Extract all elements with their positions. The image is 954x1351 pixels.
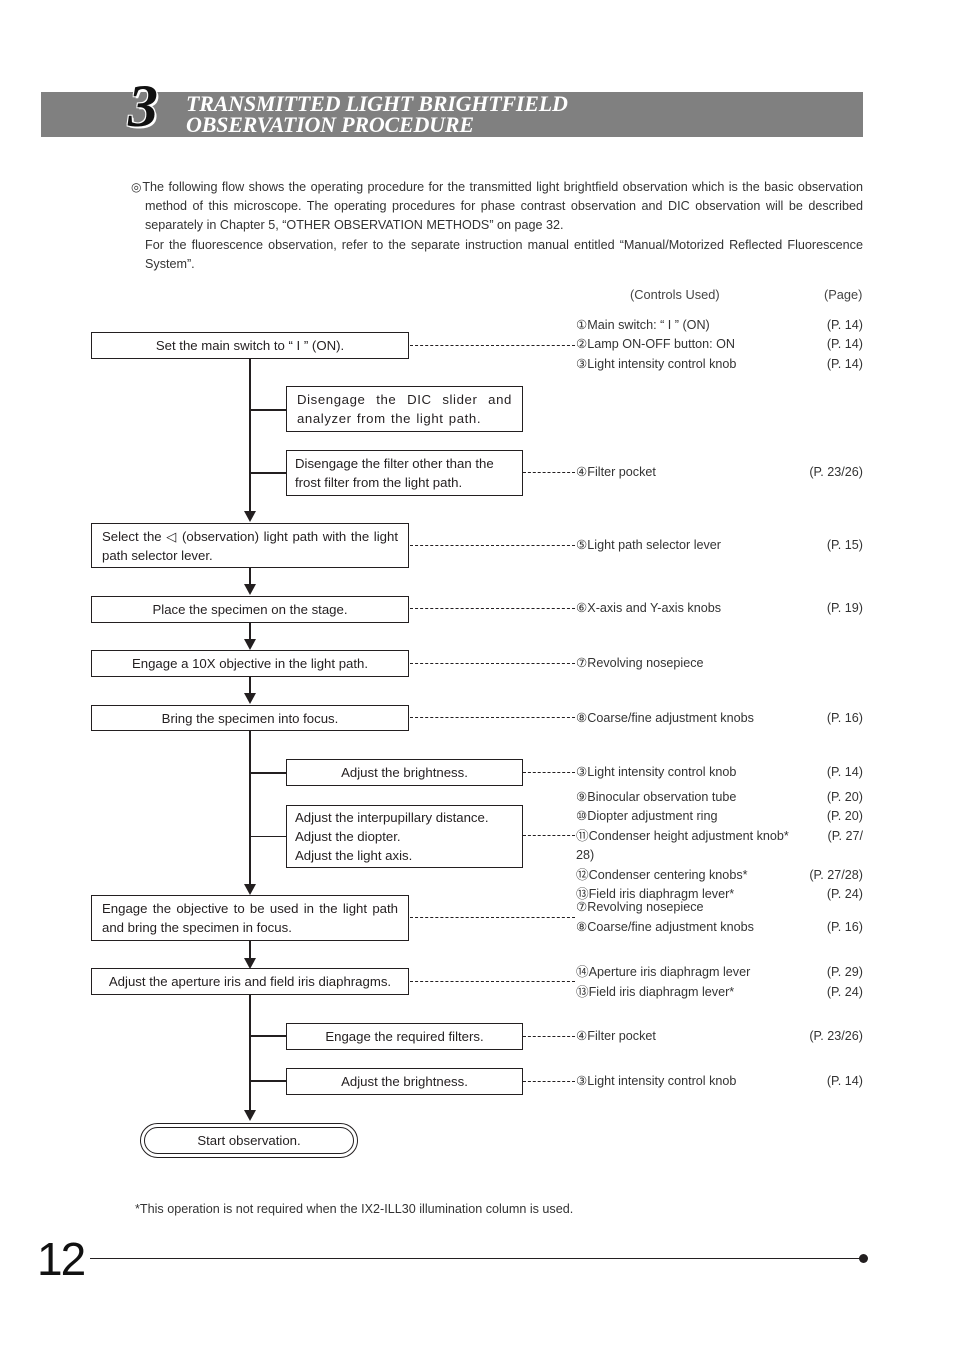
step-bring-focus: Bring the specimen into focus. bbox=[91, 705, 409, 731]
footer-rule bbox=[90, 1258, 860, 1259]
control-item: ⑧Coarse/fine adjustment knobs (P. 16) bbox=[576, 920, 863, 934]
leader-line bbox=[410, 981, 575, 982]
step-engage-filters: Engage the required filters. bbox=[286, 1023, 523, 1050]
controls-group-6: ⑧Coarse/fine adjustment knobs (P. 16) bbox=[576, 709, 863, 728]
flow-connector bbox=[249, 358, 251, 511]
control-item: ⑦Revolving nosepiece bbox=[576, 900, 704, 914]
control-item: ②Lamp ON-OFF button: ON (P. 14) bbox=[576, 337, 863, 352]
control-item: ⑬Field iris diaphragm lever* (P. 24) bbox=[576, 985, 863, 999]
flow-arrow-down-icon bbox=[244, 639, 256, 650]
controls-group-10: ⑭Aperture iris diaphragm lever (P. 29) ⑬F… bbox=[576, 962, 863, 1002]
control-item: ③Light intensity control knob (P. 14) bbox=[576, 1074, 863, 1088]
footer-dot-icon bbox=[859, 1254, 868, 1263]
page-header: (Page) bbox=[824, 287, 863, 302]
start-observation-label: Start observation. bbox=[144, 1127, 354, 1154]
step-disengage-filter: Disengage the filter other than the fros… bbox=[286, 450, 523, 496]
branch-connector bbox=[250, 472, 287, 474]
controls-group-5: ⑦Revolving nosepiece bbox=[576, 654, 863, 673]
controls-group-4: ⑥X-axis and Y-axis knobs (P. 19) bbox=[576, 599, 863, 618]
control-item: ⑫Condenser centering knobs* (P. 27/28) bbox=[576, 867, 863, 882]
control-item: ①Main switch: “ I ” (ON) (P. 14) bbox=[576, 318, 863, 332]
controls-group-8: ⑨Binocular observation tube (P. 20) ⑩Diop… bbox=[576, 788, 863, 904]
flow-arrow-down-icon bbox=[244, 511, 256, 522]
control-item: ⑨Binocular observation tube (P. 20) bbox=[576, 790, 863, 804]
branch-connector bbox=[250, 409, 287, 411]
flow-connector bbox=[249, 940, 251, 958]
controls-group-1: ①Main switch: “ I ” (ON) (P. 14) ②Lamp ON… bbox=[576, 316, 863, 374]
step-adjust-ipd-diopter-axis: Adjust the interpupillary distance. Adju… bbox=[286, 805, 523, 868]
chapter-number: 3 bbox=[128, 73, 158, 139]
step-main-switch: Set the main switch to “ I ” (ON). bbox=[91, 332, 409, 359]
controls-group-3: ⑤Light path selector lever (P. 15) bbox=[576, 536, 863, 555]
chapter-title-line2: OBSERVATION PROCEDURE bbox=[186, 112, 474, 137]
leader-line bbox=[410, 345, 575, 346]
flow-arrow-down-icon bbox=[244, 693, 256, 704]
branch-connector bbox=[250, 1035, 287, 1037]
flow-arrow-down-icon bbox=[244, 584, 256, 595]
control-item: ⑭Aperture iris diaphragm lever (P. 29) bbox=[576, 965, 863, 979]
flow-arrow-down-icon bbox=[244, 884, 256, 895]
controls-group-7: ③Light intensity control knob (P. 14) bbox=[576, 763, 863, 782]
step-adjust-iris: Adjust the aperture iris and field iris … bbox=[91, 968, 409, 995]
controls-group-11: ④Filter pocket (P. 23/26) bbox=[576, 1027, 863, 1046]
control-item: ③Light intensity control knob (P. 14) bbox=[576, 356, 863, 371]
flow-connector bbox=[249, 994, 251, 1110]
branch-connector bbox=[250, 836, 287, 837]
step-engage-10x: Engage a 10X objective in the light path… bbox=[91, 650, 409, 677]
controls-group-12: ③Light intensity control knob (P. 14) bbox=[576, 1072, 863, 1091]
controls-group-9: ⑦Revolving nosepiece ⑧Coarse/fine adjust… bbox=[576, 900, 863, 939]
leader-line bbox=[410, 663, 575, 664]
page-number: 12 bbox=[37, 1233, 86, 1285]
double-circle-bullet-icon: ◎ bbox=[131, 180, 143, 194]
chapter-title-line1: TRANSMITTED LIGHT BRIGHTFIELD bbox=[186, 91, 568, 116]
control-item: ⑩Diopter adjustment ring (P. 20) bbox=[576, 809, 863, 824]
footnote: *This operation is not required when the… bbox=[135, 1202, 574, 1216]
control-item: ④Filter pocket (P. 23/26) bbox=[576, 1029, 863, 1043]
controls-used-header: (Controls Used) bbox=[630, 287, 720, 302]
leader-line bbox=[523, 472, 575, 473]
leader-line bbox=[523, 772, 575, 773]
flow-connector bbox=[249, 730, 251, 884]
step-engage-objective: Engage the objective to be used in the l… bbox=[91, 895, 409, 941]
step-adjust-brightness: Adjust the brightness. bbox=[286, 759, 523, 786]
intro-paragraph-2: For the fluorescence observation, refer … bbox=[145, 237, 863, 271]
intro-paragraph-1: ◎The following flow shows the operating … bbox=[131, 180, 863, 233]
flow-connector bbox=[249, 676, 251, 693]
leader-line bbox=[410, 545, 575, 546]
flow-arrow-down-icon bbox=[244, 1110, 256, 1121]
intro-text: ◎The following flow shows the operating … bbox=[131, 178, 863, 274]
control-item: ⑤Light path selector lever (P. 15) bbox=[576, 538, 863, 552]
chapter-title: TRANSMITTED LIGHT BRIGHTFIELD OBSERVATIO… bbox=[186, 91, 568, 137]
leader-line bbox=[523, 1036, 575, 1037]
control-item: ⑪Condenser height adjustment knob* (P. 27… bbox=[576, 828, 863, 843]
control-item: ⑦Revolving nosepiece bbox=[576, 656, 704, 670]
control-item: ⑧Coarse/fine adjustment knobs (P. 16) bbox=[576, 711, 863, 725]
leader-line bbox=[523, 835, 575, 836]
step-disengage-dic: Disengage the DIC slider and analyzer fr… bbox=[286, 386, 523, 432]
controls-group-2: ④Filter pocket (P. 23/26) bbox=[576, 463, 863, 482]
step-select-light-path: Select the ◁ (observation) light path wi… bbox=[91, 523, 409, 568]
control-item: ③Light intensity control knob (P. 14) bbox=[576, 765, 863, 779]
step-adjust-brightness-final: Adjust the brightness. bbox=[286, 1068, 523, 1095]
leader-line bbox=[523, 1081, 575, 1082]
control-item: ④Filter pocket (P. 23/26) bbox=[576, 465, 863, 479]
flow-connector bbox=[249, 567, 251, 585]
flow-connector bbox=[249, 622, 251, 639]
leader-line bbox=[410, 917, 575, 918]
branch-connector bbox=[250, 772, 287, 774]
branch-connector bbox=[250, 1080, 287, 1082]
step-place-specimen: Place the specimen on the stage. bbox=[91, 596, 409, 623]
leader-line bbox=[410, 608, 575, 609]
control-item: 28) bbox=[576, 848, 595, 863]
leader-line bbox=[410, 717, 575, 718]
control-item: ⑥X-axis and Y-axis knobs (P. 19) bbox=[576, 601, 863, 615]
